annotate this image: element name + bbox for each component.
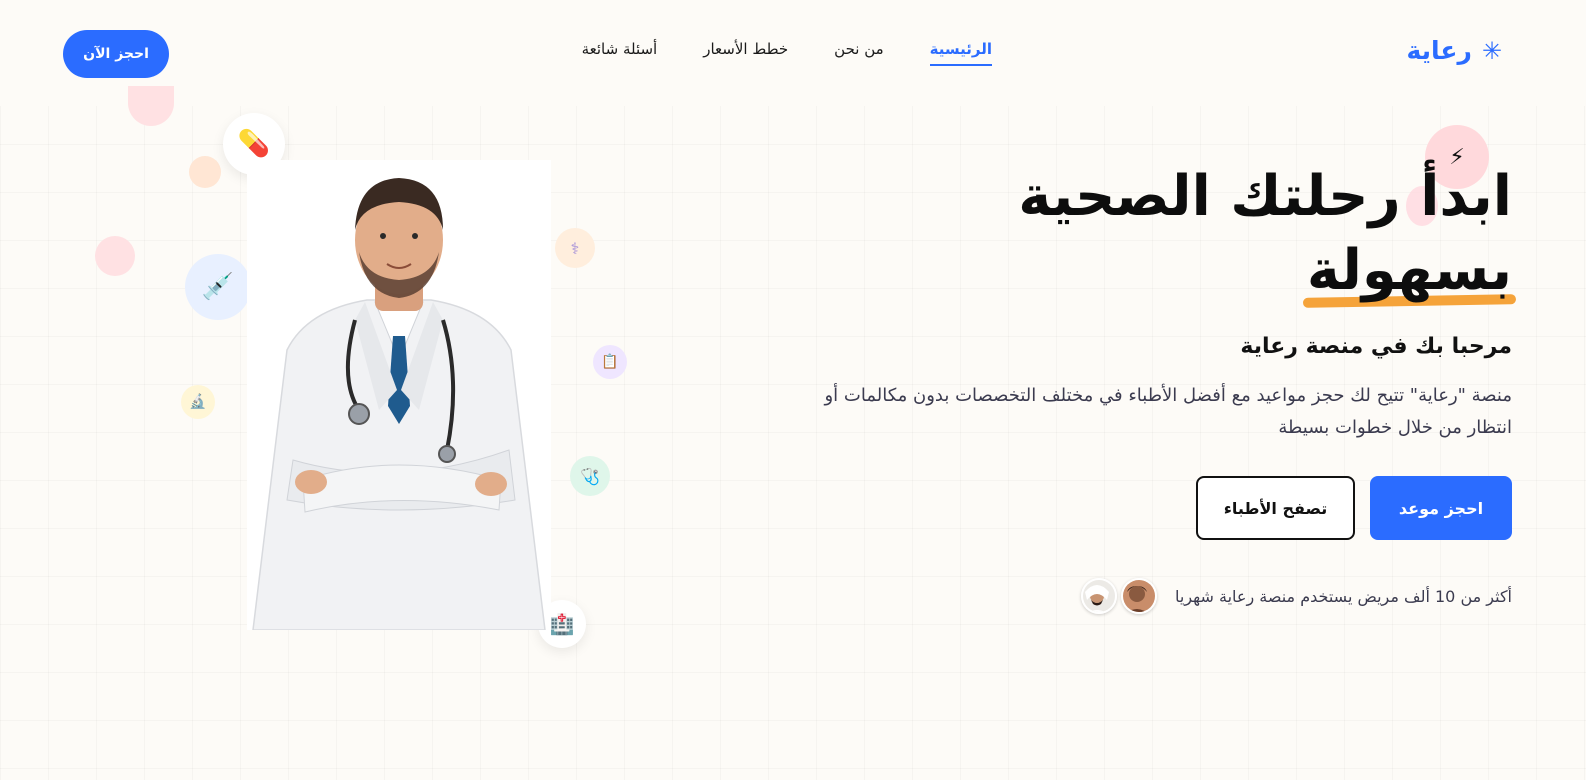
browse-doctors-button[interactable]: تصفح الأطباء (1196, 476, 1355, 540)
decor-blob (189, 156, 221, 188)
nav-item-pricing[interactable]: خطط الأسعار (703, 40, 788, 64)
hero-description: منصة "رعاية" تتيح لك حجز مواعيد مع أفضل … (824, 385, 1512, 438)
book-now-button[interactable]: احجز الآن (63, 30, 169, 78)
hero-subtitle: مرحبا بك في منصة رعاية (1240, 334, 1512, 359)
clipboard-icon: 📋 (593, 345, 627, 379)
microscope-icon: 🔬 (181, 385, 215, 419)
avatar (1080, 578, 1117, 614)
hero-title-line1: ابدأ رحلتك الصحية (1018, 164, 1512, 229)
avatar (1120, 578, 1157, 614)
social-proof: أكثر من 10 ألف مريض يستخدم منصة رعاية شه… (1080, 578, 1512, 614)
syringe-icon: 💉 (185, 254, 251, 320)
hero-title-line2: بسهولة (1306, 238, 1512, 303)
asterisk-icon: ✳ (1481, 36, 1502, 65)
doctor-image (247, 160, 551, 631)
social-proof-text: أكثر من 10 ألف مريض يستخدم منصة رعاية شه… (1174, 586, 1512, 606)
stethoscope-icon: 🩺 (570, 456, 610, 496)
logo[interactable]: ✳ رعاية (1406, 36, 1502, 65)
hero-title: ابدأ رحلتك الصحية بسهولة (912, 160, 1517, 308)
caduceus-icon: ⚕ (555, 228, 595, 268)
logo-text: رعاية (1406, 36, 1472, 65)
main-nav: الرئيسية من نحن خطط الأسعار أسئلة شائعة (582, 40, 992, 66)
patient-avatars (1080, 578, 1157, 614)
decor-blob (95, 236, 135, 276)
nav-item-about[interactable]: من نحن (834, 40, 884, 64)
nav-item-faq[interactable]: أسئلة شائعة (582, 40, 658, 64)
book-appointment-button[interactable]: احجز موعد (1370, 476, 1512, 540)
header: ✳ رعاية الرئيسية من نحن خطط الأسعار أسئل… (0, 0, 1586, 106)
nav-item-home[interactable]: الرئيسية (929, 40, 992, 66)
decor-blob (128, 86, 174, 126)
hero-title-highlight: بسهولة (1302, 234, 1517, 308)
